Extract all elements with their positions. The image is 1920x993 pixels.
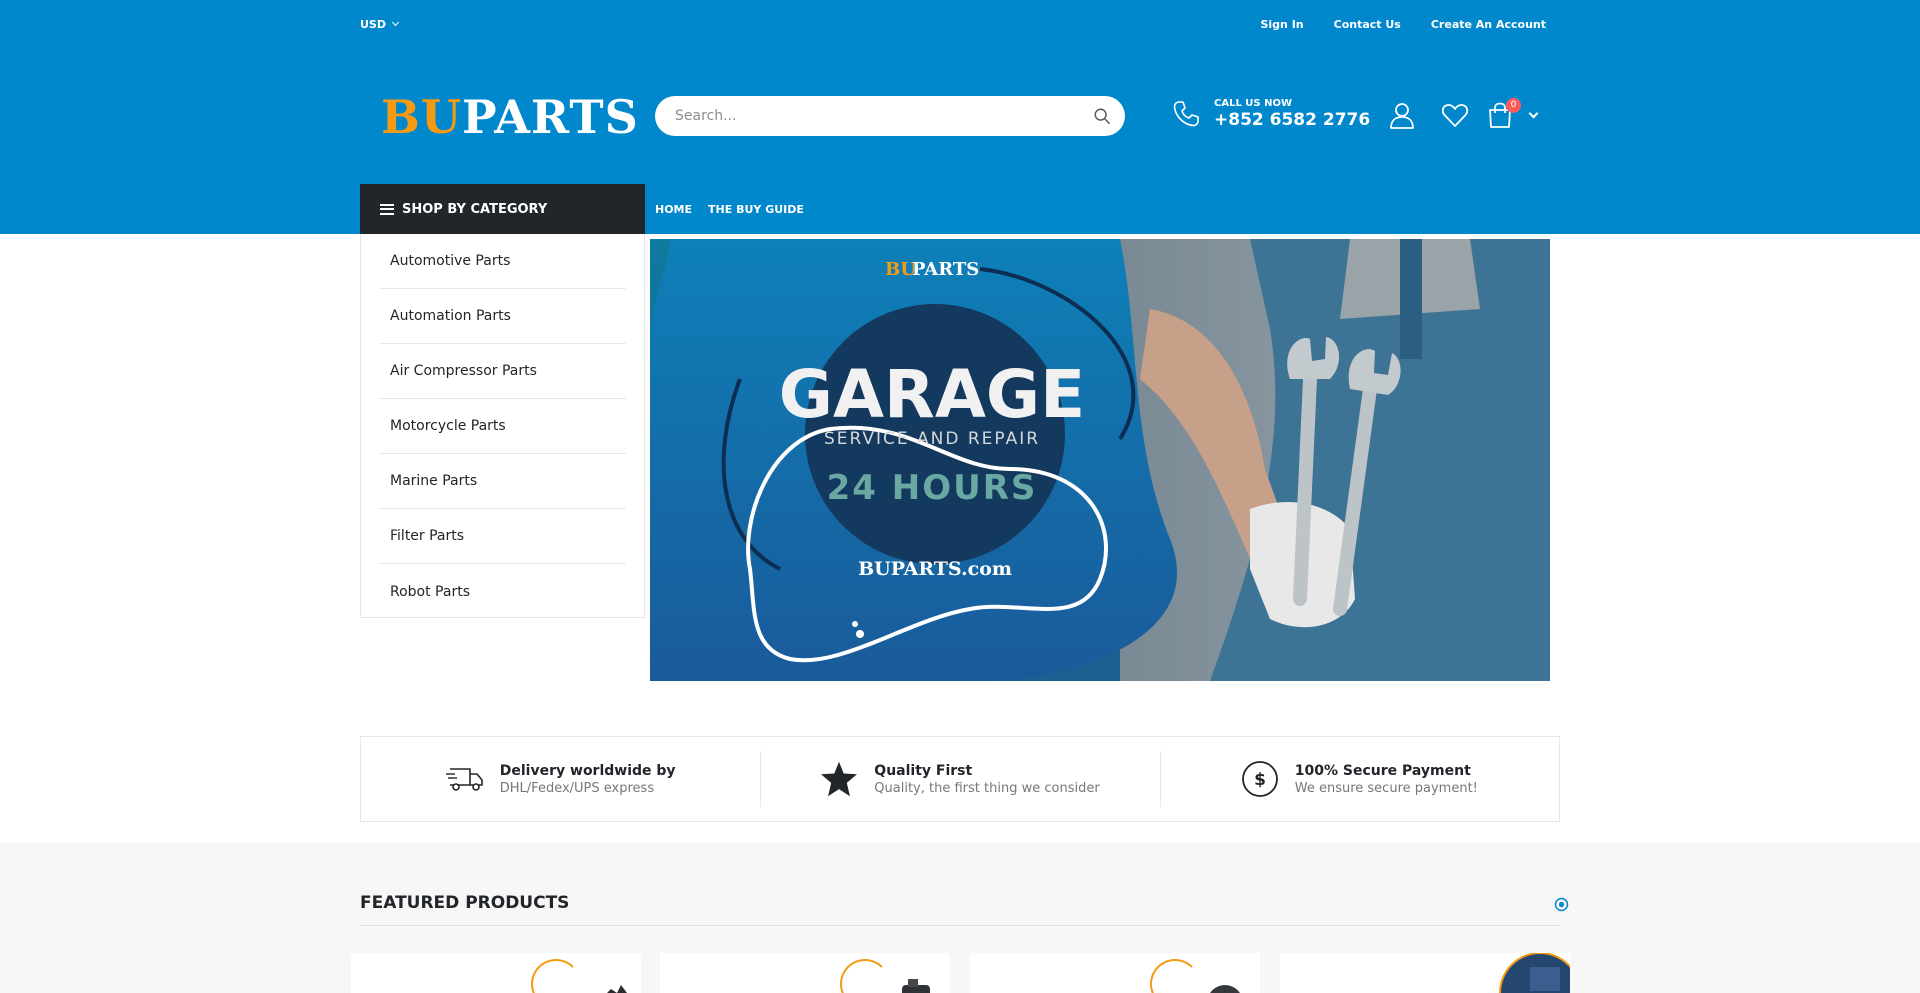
- category-item[interactable]: Filter Parts: [379, 509, 626, 564]
- feature-title: Quality First: [874, 762, 973, 779]
- main-header: BUPARTS CALL US NOW +852 6582 2776 0: [0, 48, 1920, 184]
- feature-quality: Quality First Quality, the first thing w…: [760, 737, 1159, 821]
- site-logo[interactable]: BUPARTS: [381, 91, 639, 143]
- search-bar: [655, 96, 1125, 136]
- menu-icon: [380, 203, 394, 215]
- cart-dropdown-chevron-icon[interactable]: [1528, 108, 1539, 119]
- nav-buy-guide[interactable]: THE BUY GUIDE: [708, 203, 804, 216]
- star-icon: [821, 761, 858, 797]
- product-card[interactable]: [1280, 953, 1570, 993]
- top-bar: USD Sign In Contact Us Create An Account: [0, 0, 1920, 48]
- currency-selector[interactable]: USD: [360, 17, 400, 31]
- category-item[interactable]: Automotive Parts: [379, 234, 626, 289]
- feature-subtitle: Quality, the first thing we consider: [874, 780, 1100, 796]
- logo-parts: PARTS: [462, 90, 639, 144]
- category-item[interactable]: Automation Parts: [379, 289, 626, 344]
- shop-by-category-label: SHOP BY CATEGORY: [402, 201, 548, 217]
- currency-label: USD: [360, 17, 386, 31]
- category-item[interactable]: Air Compressor Parts: [379, 344, 626, 399]
- product-ring-decoration: [1150, 959, 1200, 993]
- chevron-down-icon: [391, 18, 400, 27]
- product-card[interactable]: [970, 953, 1260, 993]
- create-account-link[interactable]: Create An Account: [1431, 18, 1546, 31]
- nav-bar: SHOP BY CATEGORY HOME THE BUY GUIDE: [0, 184, 1920, 234]
- dollar-icon: $: [1241, 761, 1278, 797]
- cart-count-badge: 0: [1506, 98, 1521, 113]
- hero-banner-graphic: BU PARTS GARAGE SERVICE AND REPAIR 24 HO…: [650, 239, 1550, 681]
- feature-delivery: Delivery worldwide by DHL/Fedex/UPS expr…: [361, 737, 760, 821]
- top-links: Sign In Contact Us Create An Account: [1260, 18, 1546, 31]
- product-image: [902, 979, 930, 993]
- featured-divider: [360, 925, 1560, 926]
- truck-icon: [445, 768, 483, 791]
- feature-subtitle: DHL/Fedex/UPS express: [499, 780, 655, 796]
- shop-by-category-toggle[interactable]: SHOP BY CATEGORY: [360, 184, 645, 234]
- carousel-dot-icon[interactable]: [1554, 897, 1569, 912]
- call-us-block[interactable]: CALL US NOW +852 6582 2776: [1170, 98, 1370, 130]
- category-item[interactable]: Motorcycle Parts: [379, 399, 626, 454]
- product-image: [607, 985, 627, 993]
- phone-number[interactable]: +852 6582 2776: [1214, 110, 1370, 130]
- hero-banner[interactable]: BU PARTS GARAGE SERVICE AND REPAIR 24 HO…: [650, 239, 1550, 681]
- feature-strip: Delivery worldwide by DHL/Fedex/UPS expr…: [360, 736, 1560, 822]
- product-image: [1210, 985, 1240, 993]
- banner-headline: GARAGE: [779, 356, 1085, 433]
- product-card[interactable]: [351, 953, 641, 993]
- sign-in-link[interactable]: Sign In: [1260, 18, 1303, 31]
- call-us-label: CALL US NOW: [1214, 98, 1293, 109]
- banner-site: BUPARTS.com: [858, 558, 1012, 580]
- phone-icon: [1173, 101, 1199, 127]
- banner-brand-parts: PARTS: [912, 259, 979, 280]
- svg-text:$: $: [1254, 770, 1266, 790]
- category-menu: Automotive Parts Automation Parts Air Co…: [360, 234, 645, 618]
- search-icon[interactable]: [1093, 107, 1111, 125]
- featured-products-title: FEATURED PRODUCTS: [360, 893, 570, 913]
- featured-products-section: FEATURED PRODUCTS: [0, 843, 1920, 993]
- main-nav: HOME THE BUY GUIDE: [655, 184, 804, 234]
- search-input[interactable]: [655, 96, 1055, 136]
- user-icon[interactable]: [1387, 100, 1417, 130]
- category-item[interactable]: Marine Parts: [379, 454, 626, 509]
- product-ring-decoration: [840, 959, 890, 993]
- feature-title: Delivery worldwide by: [499, 762, 676, 779]
- feature-title: 100% Secure Payment: [1294, 762, 1471, 779]
- product-card[interactable]: [660, 953, 950, 993]
- contact-us-link[interactable]: Contact Us: [1334, 18, 1401, 31]
- feature-secure-payment: $ 100% Secure Payment We ensure secure p…: [1159, 737, 1559, 821]
- banner-hours: 24 HOURS: [827, 468, 1038, 508]
- product-image: [1499, 953, 1570, 993]
- logo-bu: BU: [381, 90, 462, 144]
- product-ring-decoration: [531, 959, 581, 993]
- banner-subline: SERVICE AND REPAIR: [824, 429, 1040, 449]
- nav-home[interactable]: HOME: [655, 203, 692, 216]
- category-item[interactable]: Robot Parts: [379, 564, 626, 619]
- heart-icon[interactable]: [1440, 100, 1470, 130]
- feature-subtitle: We ensure secure payment!: [1294, 780, 1478, 796]
